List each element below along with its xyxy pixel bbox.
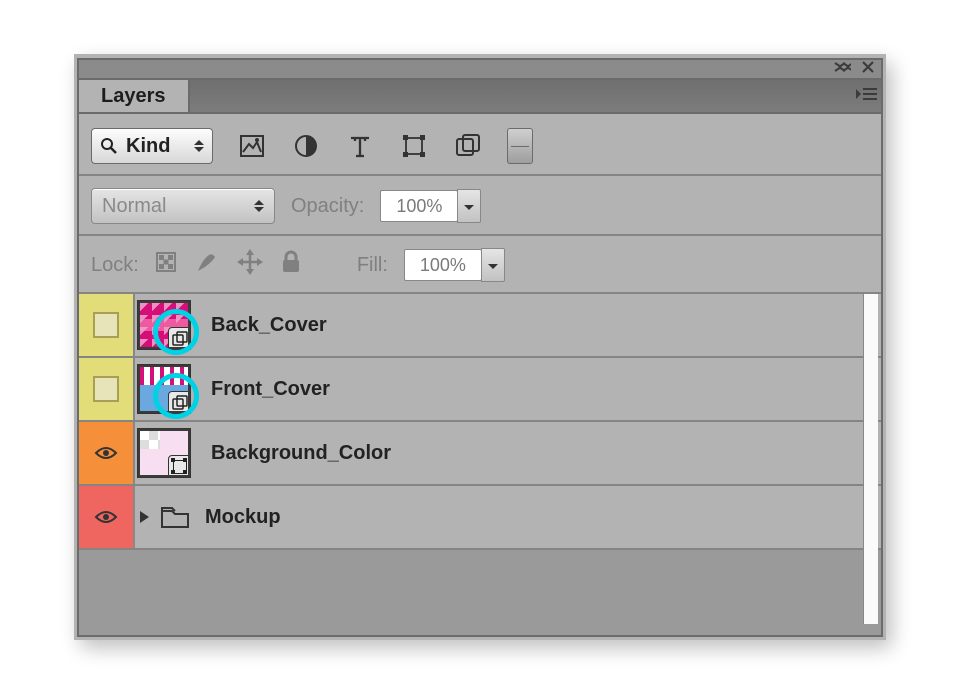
visibility-empty-icon bbox=[93, 312, 119, 338]
lock-transparent-icon[interactable] bbox=[155, 251, 177, 279]
updown-icon bbox=[254, 200, 264, 212]
fill-input[interactable]: 100% bbox=[404, 248, 505, 282]
updown-icon bbox=[186, 140, 212, 152]
layer-thumbnail[interactable] bbox=[138, 301, 190, 349]
layer-row[interactable]: Mockup bbox=[79, 486, 881, 550]
layer-thumbnail[interactable] bbox=[138, 429, 190, 477]
group-disclosure-icon[interactable] bbox=[135, 510, 153, 524]
tab-label: Layers bbox=[101, 85, 166, 108]
search-icon bbox=[92, 137, 126, 155]
layers-panel: Layers bbox=[74, 54, 886, 640]
tab-layers[interactable]: Layers bbox=[79, 80, 190, 112]
layer-name[interactable]: Back_Cover bbox=[211, 314, 327, 337]
collapse-panel-icon[interactable] bbox=[833, 58, 851, 76]
layer-visibility-toggle[interactable] bbox=[79, 486, 135, 548]
lock-label: Lock: bbox=[91, 254, 139, 277]
layer-list: Back_Cover bbox=[79, 294, 881, 550]
eye-icon bbox=[94, 509, 118, 525]
filter-pixel-icon[interactable] bbox=[237, 131, 267, 161]
blend-mode-value: Normal bbox=[102, 195, 166, 218]
fill-label: Fill: bbox=[357, 254, 388, 277]
lock-pixels-icon[interactable] bbox=[195, 251, 219, 279]
filter-toggle[interactable] bbox=[507, 128, 533, 164]
layer-row[interactable]: Back_Cover bbox=[79, 294, 881, 358]
folder-icon bbox=[160, 505, 190, 529]
layer-thumbnail[interactable] bbox=[138, 365, 190, 413]
panel-tabstrip: Layers bbox=[79, 80, 881, 114]
eye-icon bbox=[94, 445, 118, 461]
smart-object-badge-icon bbox=[168, 391, 190, 413]
chevron-down-icon[interactable] bbox=[457, 189, 481, 223]
scrollbar[interactable] bbox=[863, 294, 878, 624]
filter-adjustment-icon[interactable] bbox=[291, 131, 321, 161]
opacity-label: Opacity: bbox=[291, 195, 364, 218]
close-panel-icon[interactable] bbox=[859, 58, 877, 76]
panel-titlebar bbox=[79, 60, 881, 80]
lock-position-icon[interactable] bbox=[237, 249, 263, 281]
filter-kind-label: Kind bbox=[126, 135, 186, 158]
layer-name[interactable]: Front_Cover bbox=[211, 378, 330, 401]
smart-object-badge-icon bbox=[168, 327, 190, 349]
panel-menu-icon[interactable] bbox=[855, 85, 877, 103]
blend-mode-dropdown[interactable]: Normal bbox=[91, 188, 275, 224]
layer-name[interactable]: Mockup bbox=[205, 506, 281, 529]
layer-visibility-toggle[interactable] bbox=[79, 294, 135, 356]
lock-all-icon[interactable] bbox=[281, 250, 301, 280]
layer-row[interactable]: Background_Color bbox=[79, 422, 881, 486]
visibility-empty-icon bbox=[93, 376, 119, 402]
fill-value: 100% bbox=[404, 249, 482, 281]
chevron-down-icon[interactable] bbox=[481, 248, 505, 282]
layer-name[interactable]: Background_Color bbox=[211, 442, 391, 465]
layer-visibility-toggle[interactable] bbox=[79, 358, 135, 420]
layer-row[interactable]: Front_Cover bbox=[79, 358, 881, 422]
layer-visibility-toggle[interactable] bbox=[79, 422, 135, 484]
filter-type-icon[interactable] bbox=[345, 131, 375, 161]
filter-shape-icon[interactable] bbox=[399, 131, 429, 161]
opacity-input[interactable]: 100% bbox=[380, 189, 481, 223]
shape-layer-badge-icon bbox=[168, 455, 190, 477]
filter-smartobject-icon[interactable] bbox=[453, 131, 483, 161]
opacity-value: 100% bbox=[380, 190, 458, 222]
filter-kind-dropdown[interactable]: Kind bbox=[91, 128, 213, 164]
